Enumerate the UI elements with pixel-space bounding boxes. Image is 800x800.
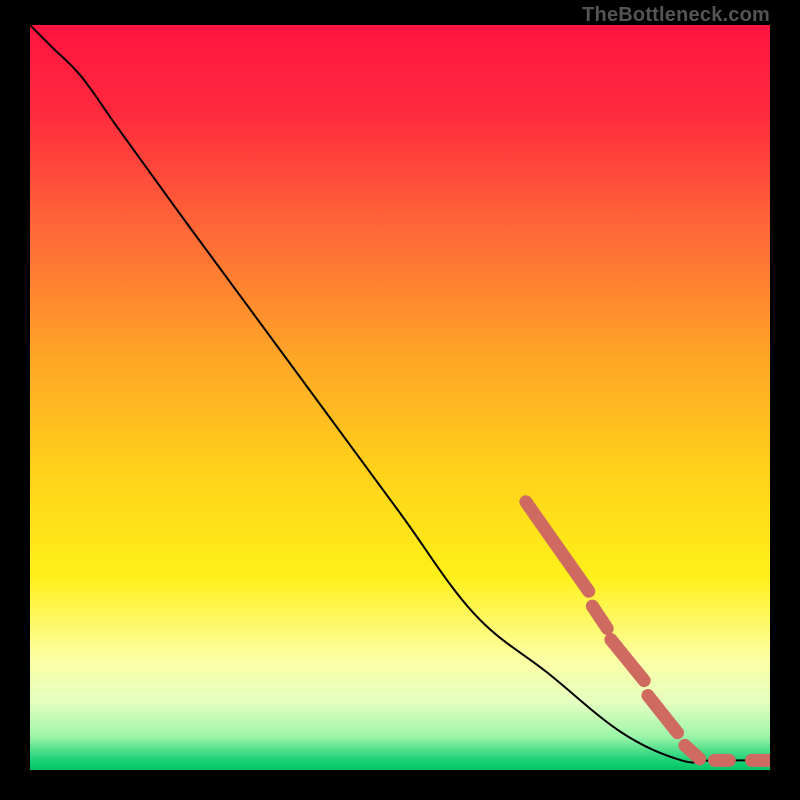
plot-area	[30, 25, 770, 770]
watermark-text: TheBottleneck.com	[582, 4, 770, 27]
chart-frame: TheBottleneck.com	[0, 0, 800, 800]
gradient-background	[30, 25, 770, 770]
chart-svg	[30, 25, 770, 770]
